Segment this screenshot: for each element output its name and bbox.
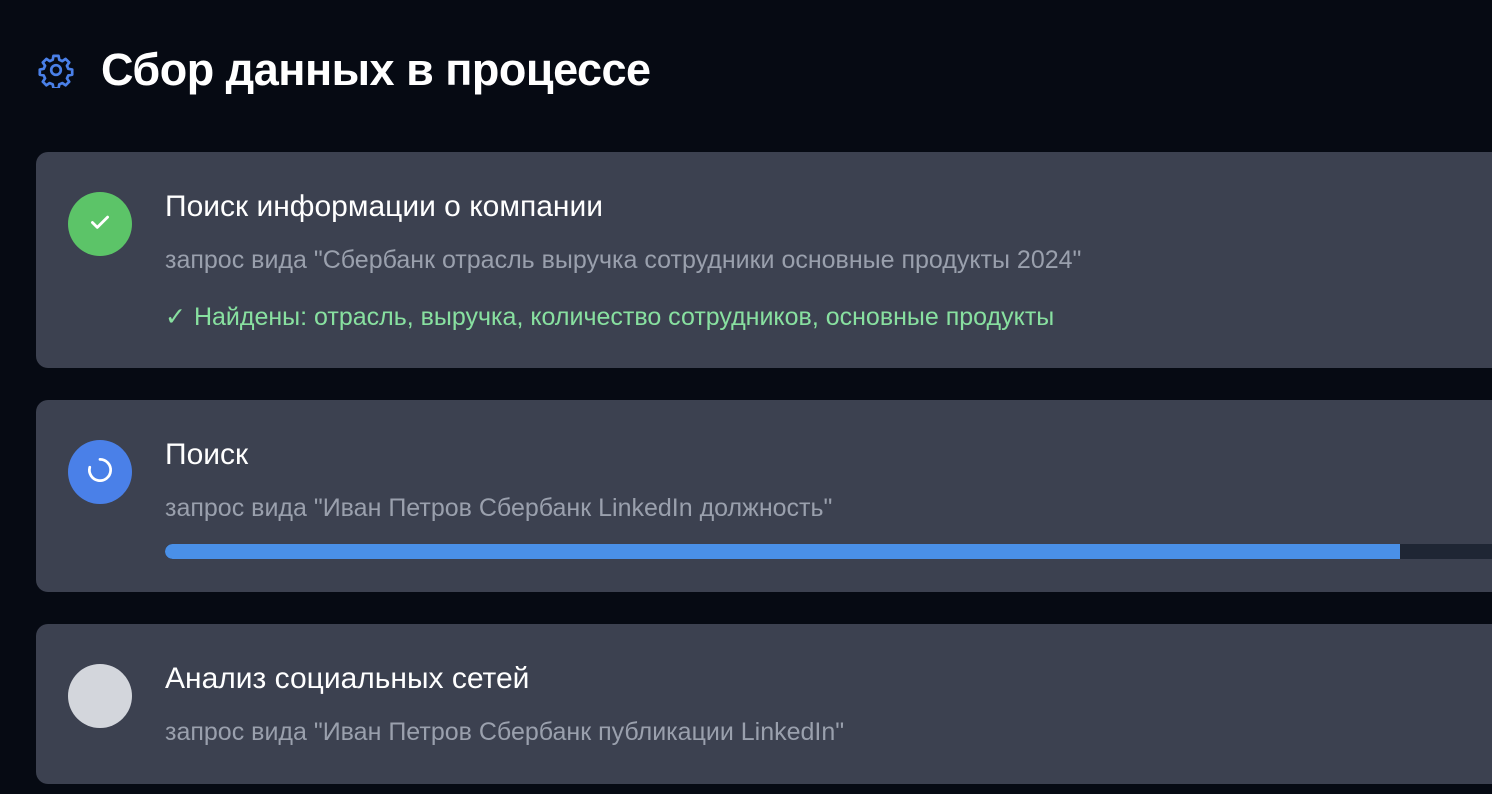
step-result-text: Найдены: отрасль, выручка, количество со… — [193, 302, 1055, 331]
status-active-indicator — [68, 440, 132, 504]
step-card-company-info: Поиск информации о компании запрос вида … — [36, 152, 1492, 368]
pending-circle-icon — [68, 664, 132, 728]
step-title: Поиск информации о компании — [165, 190, 603, 223]
step-title: Анализ социальных сетей — [165, 662, 530, 695]
step-query: запрос вида "Иван Петров Сбербанк Linked… — [165, 494, 833, 522]
progress-bar-fill — [165, 544, 1400, 559]
step-query: запрос вида "Сбербанк отрасль выручка со… — [165, 246, 1082, 274]
page-title: Сбор данных в процессе — [101, 44, 651, 95]
data-collection-page: Сбор данных в процессе Поиск информации … — [0, 0, 1492, 794]
check-icon — [87, 209, 113, 240]
progress-bar — [165, 544, 1492, 559]
result-check-icon: ✓ — [165, 303, 186, 331]
step-result: ✓ Найдены: отрасль, выручка, количество … — [165, 302, 1054, 332]
step-title: Поиск — [165, 438, 249, 471]
spinner-icon — [85, 455, 115, 490]
status-done-indicator — [68, 192, 132, 256]
step-card-search: Поиск запрос вида "Иван Петров Сбербанк … — [36, 400, 1492, 592]
step-card-social-analysis: Анализ социальных сетей запрос вида "Ива… — [36, 624, 1492, 784]
page-header: Сбор данных в процессе — [38, 42, 651, 98]
gear-icon — [38, 52, 74, 88]
step-query: запрос вида "Иван Петров Сбербанк публик… — [165, 718, 845, 746]
